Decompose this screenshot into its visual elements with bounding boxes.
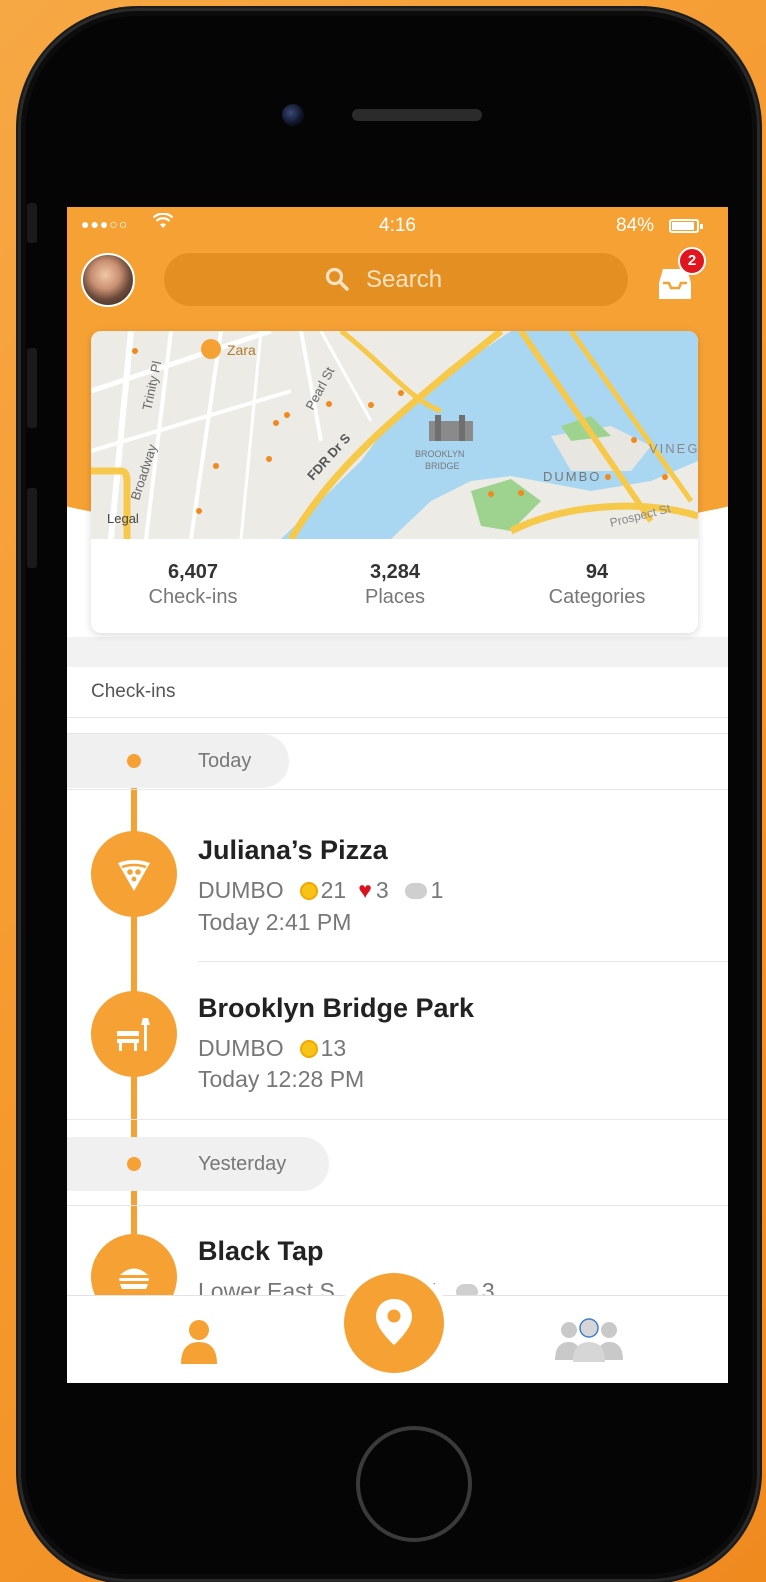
stats-card: Zara Trinity Pl Broadway Pearl St FDR Dr…	[91, 331, 698, 633]
status-bar: ●●●○○ 4:16 84%	[67, 207, 728, 247]
map-label-vinegar: VINEG	[649, 441, 698, 456]
location-pin-icon	[376, 1299, 412, 1345]
map-legal-link[interactable]: Legal	[107, 511, 139, 526]
comment-count: 1	[430, 877, 444, 903]
divider	[67, 1205, 728, 1206]
app-screen: ●●●○○ 4:16 84% Search 2 Zara Trinity Pl …	[67, 207, 728, 1383]
search-icon	[325, 267, 349, 291]
divider	[67, 717, 728, 718]
divider	[67, 1119, 728, 1120]
mute-switch	[27, 203, 37, 243]
stat-label: Check-ins	[148, 586, 238, 608]
friends-tab-icon[interactable]	[553, 1314, 625, 1364]
stat-value: 94	[585, 561, 609, 583]
divider	[67, 789, 728, 790]
stat-label: Places	[364, 586, 426, 608]
section-gap	[67, 637, 728, 667]
burger-icon	[119, 1268, 149, 1289]
stat-value: 3,284	[369, 561, 421, 583]
stat-checkins[interactable]: 6,407 Check-ins	[93, 561, 293, 609]
park-bench-icon	[117, 1018, 150, 1051]
avatar[interactable]	[81, 253, 135, 307]
venue-meta: DUMBO 13	[198, 1035, 346, 1062]
pizza-icon	[118, 860, 150, 891]
profile-tab-icon[interactable]	[179, 1318, 219, 1364]
home-button[interactable]	[356, 1426, 472, 1542]
venue-meta: DUMBO 21 ♥ 3 1	[198, 877, 443, 904]
notification-badge: 2	[678, 247, 706, 275]
comment-icon	[404, 883, 427, 899]
venue-area: DUMBO	[198, 877, 284, 903]
day-label: Today	[198, 750, 252, 772]
heart-icon: ♥	[358, 877, 372, 903]
map-label-bridge-1: BROOKLYN	[415, 449, 464, 459]
venue-category-icon[interactable]	[91, 831, 177, 917]
day-header-today	[67, 734, 289, 788]
divider	[198, 961, 728, 962]
stat-categories[interactable]: 94 Categories	[497, 561, 697, 609]
earpiece-speaker	[352, 109, 482, 121]
stat-label: Categories	[548, 586, 646, 608]
checkin-time: Today 2:41 PM	[198, 909, 352, 935]
day-label: Yesterday	[198, 1153, 287, 1175]
volume-up-button	[27, 348, 37, 428]
map-label-dumbo: DUMBO	[543, 469, 601, 484]
checkin-time: Today 12:28 PM	[198, 1066, 365, 1092]
section-title: Check-ins	[91, 681, 176, 702]
search-bar[interactable]: Search	[164, 253, 628, 306]
venue-name[interactable]: Brooklyn Bridge Park	[198, 993, 474, 1024]
like-count: 3	[375, 877, 389, 903]
venue-area: DUMBO	[198, 1035, 284, 1061]
map-label-zara: Zara	[227, 342, 256, 358]
venue-category-icon[interactable]	[91, 991, 177, 1077]
coin-icon	[299, 1040, 318, 1058]
search-placeholder: Search	[366, 266, 443, 293]
timeline-dot	[127, 754, 141, 768]
coin-icon	[299, 882, 318, 900]
venue-name[interactable]: Juliana’s Pizza	[198, 835, 388, 866]
volume-down-button	[27, 488, 37, 568]
coin-count: 13	[320, 1035, 347, 1061]
stats-row: 6,407 Check-ins 3,284 Places 94 Categori…	[91, 539, 698, 633]
checkin-map[interactable]: Zara Trinity Pl Broadway Pearl St FDR Dr…	[91, 331, 698, 539]
battery-icon	[669, 219, 703, 233]
stat-value: 6,407	[167, 561, 219, 583]
map-label-bridge-2: BRIDGE	[425, 461, 460, 471]
check-in-button[interactable]	[344, 1273, 444, 1373]
coin-count: 21	[320, 877, 347, 903]
timeline-dot	[127, 1157, 141, 1171]
stat-places[interactable]: 3,284 Places	[295, 561, 495, 609]
venue-name[interactable]: Black Tap	[198, 1236, 324, 1267]
battery-percent: 84%	[616, 215, 655, 236]
front-camera	[282, 104, 304, 126]
